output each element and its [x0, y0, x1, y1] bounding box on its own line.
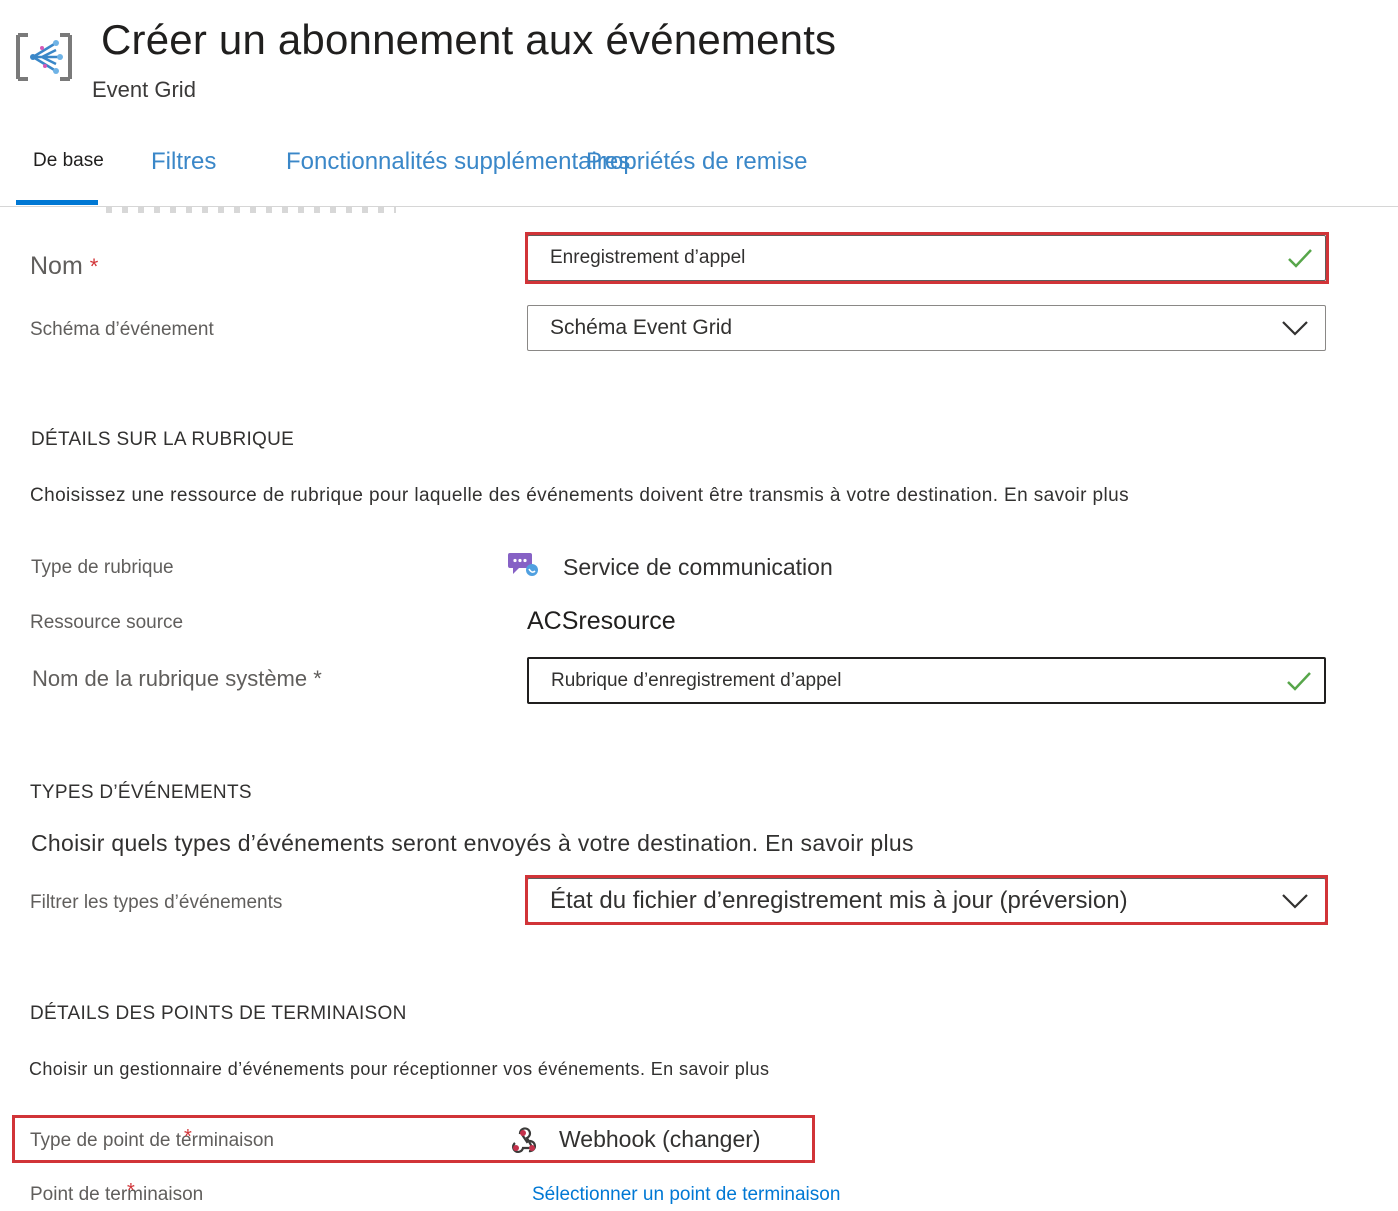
required-mark: * — [89, 254, 99, 279]
scroll-clip-edge — [106, 207, 396, 213]
tab-filtres[interactable]: Filtres — [151, 148, 216, 176]
chevron-down-icon — [1282, 321, 1308, 336]
name-highlight — [525, 232, 1329, 284]
system-topic-name-input[interactable]: Rubrique d’enregistrement d’appel — [527, 657, 1326, 704]
page-subtitle: Event Grid — [92, 77, 196, 102]
page-title: Créer un abonnement aux événements — [101, 16, 837, 63]
topic-type-label: Type de rubrique — [31, 557, 174, 578]
event-types-heading: TYPES D’ÉVÉNEMENTS — [30, 782, 252, 803]
system-topic-name-label: Nom de la rubrique système * — [32, 666, 322, 691]
source-resource-label: Ressource source — [30, 612, 184, 633]
event-grid-icon — [16, 33, 72, 81]
tab-de-base[interactable]: De base — [33, 150, 104, 172]
endpoint-type-highlight — [12, 1115, 815, 1163]
filter-event-types-label: Filtrer les types d’événements — [30, 892, 283, 913]
endpoint-label: Point de terminaison — [30, 1184, 204, 1205]
event-schema-dropdown[interactable]: Schéma Event Grid — [527, 305, 1326, 351]
event-type-highlight — [525, 875, 1328, 925]
event-schema-label: Schéma d’événement — [30, 319, 214, 340]
topic-details-description: Choisissez une ressource de rubrique pou… — [30, 485, 1129, 506]
active-tab-indicator — [16, 200, 98, 205]
source-resource-value: ACSresource — [527, 607, 676, 635]
topic-details-heading: DÉTAILS SUR LA RUBRIQUE — [31, 429, 295, 450]
event-types-description: Choisir quels types d’événements seront … — [31, 830, 914, 856]
tab-fonctionnalites-supplementaires[interactable]: Fonctionnalités supplémentaires — [286, 148, 630, 176]
select-endpoint-link[interactable]: Sélectionner un point de terminaison — [532, 1184, 840, 1206]
endpoint-details-heading: DÉTAILS DES POINTS DE TERMINAISON — [30, 1003, 407, 1024]
valid-check-icon — [1287, 671, 1311, 691]
topic-type-value: Service de communication — [563, 554, 833, 580]
communication-service-icon — [507, 551, 539, 579]
name-label: Nom * — [30, 252, 99, 280]
required-mark: * — [127, 1180, 135, 1202]
endpoint-details-description: Choisir un gestionnaire d’événements pou… — [29, 1059, 770, 1079]
required-mark: * — [313, 666, 322, 691]
tab-proprietes-de-remise[interactable]: Propriétés de remise — [586, 148, 807, 176]
